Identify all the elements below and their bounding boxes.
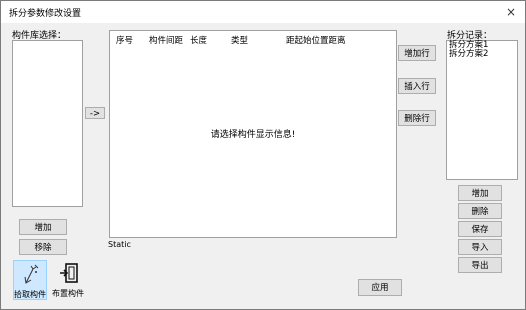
add-record-button[interactable]: 增加 <box>458 185 502 201</box>
pick-component-label: 拾取构件 <box>14 290 46 299</box>
column-header[interactable]: 序号 <box>116 34 133 46</box>
column-header[interactable]: 长度 <box>190 34 207 46</box>
component-library-list[interactable] <box>12 40 83 207</box>
list-item[interactable]: 拆分方案2 <box>447 50 517 59</box>
save-record-button[interactable]: 保存 <box>458 221 502 237</box>
move-right-button[interactable]: -> <box>85 107 105 119</box>
close-button[interactable]: × <box>503 4 519 20</box>
parameter-grid[interactable]: 序号 构件间距 长度 类型 距起始位置距离 请选择构件显示信息! <box>109 30 397 238</box>
column-header[interactable]: 构件间距 <box>149 34 183 46</box>
layout-door-icon <box>60 263 78 283</box>
dialog-window: 拆分参数修改设置 × 构件库选择： 增加 移除 -> 序号 构件间距 长度 类型… <box>0 0 526 310</box>
add-row-button[interactable]: 增加行 <box>398 45 436 61</box>
window-title: 拆分参数修改设置 <box>9 9 82 19</box>
import-button[interactable]: 导入 <box>458 239 502 255</box>
column-header[interactable]: 类型 <box>231 34 248 46</box>
apply-button[interactable]: 应用 <box>358 279 402 296</box>
export-button[interactable]: 导出 <box>458 257 502 273</box>
grid-header: 序号 构件间距 长度 类型 距起始位置距离 <box>110 31 396 46</box>
pick-cursor-icon <box>24 264 39 284</box>
remove-component-button[interactable]: 移除 <box>19 239 67 255</box>
layout-component-tool[interactable]: 布置构件 <box>51 260 85 300</box>
add-component-button[interactable]: 增加 <box>19 219 67 235</box>
delete-record-button[interactable]: 删除 <box>458 203 502 219</box>
delete-row-button[interactable]: 删除行 <box>398 110 436 126</box>
column-header[interactable]: 距起始位置距离 <box>286 34 346 46</box>
pick-component-tool[interactable]: 拾取构件 <box>13 260 47 300</box>
split-records-list[interactable]: 拆分方案1 拆分方案2 <box>446 40 518 180</box>
title-bar: 拆分参数修改设置 × <box>1 1 525 23</box>
insert-row-button[interactable]: 插入行 <box>398 78 436 94</box>
status-static-text: Static <box>108 240 131 249</box>
empty-grid-message: 请选择构件显示信息! <box>210 130 296 140</box>
layout-component-label: 布置构件 <box>52 289 84 298</box>
